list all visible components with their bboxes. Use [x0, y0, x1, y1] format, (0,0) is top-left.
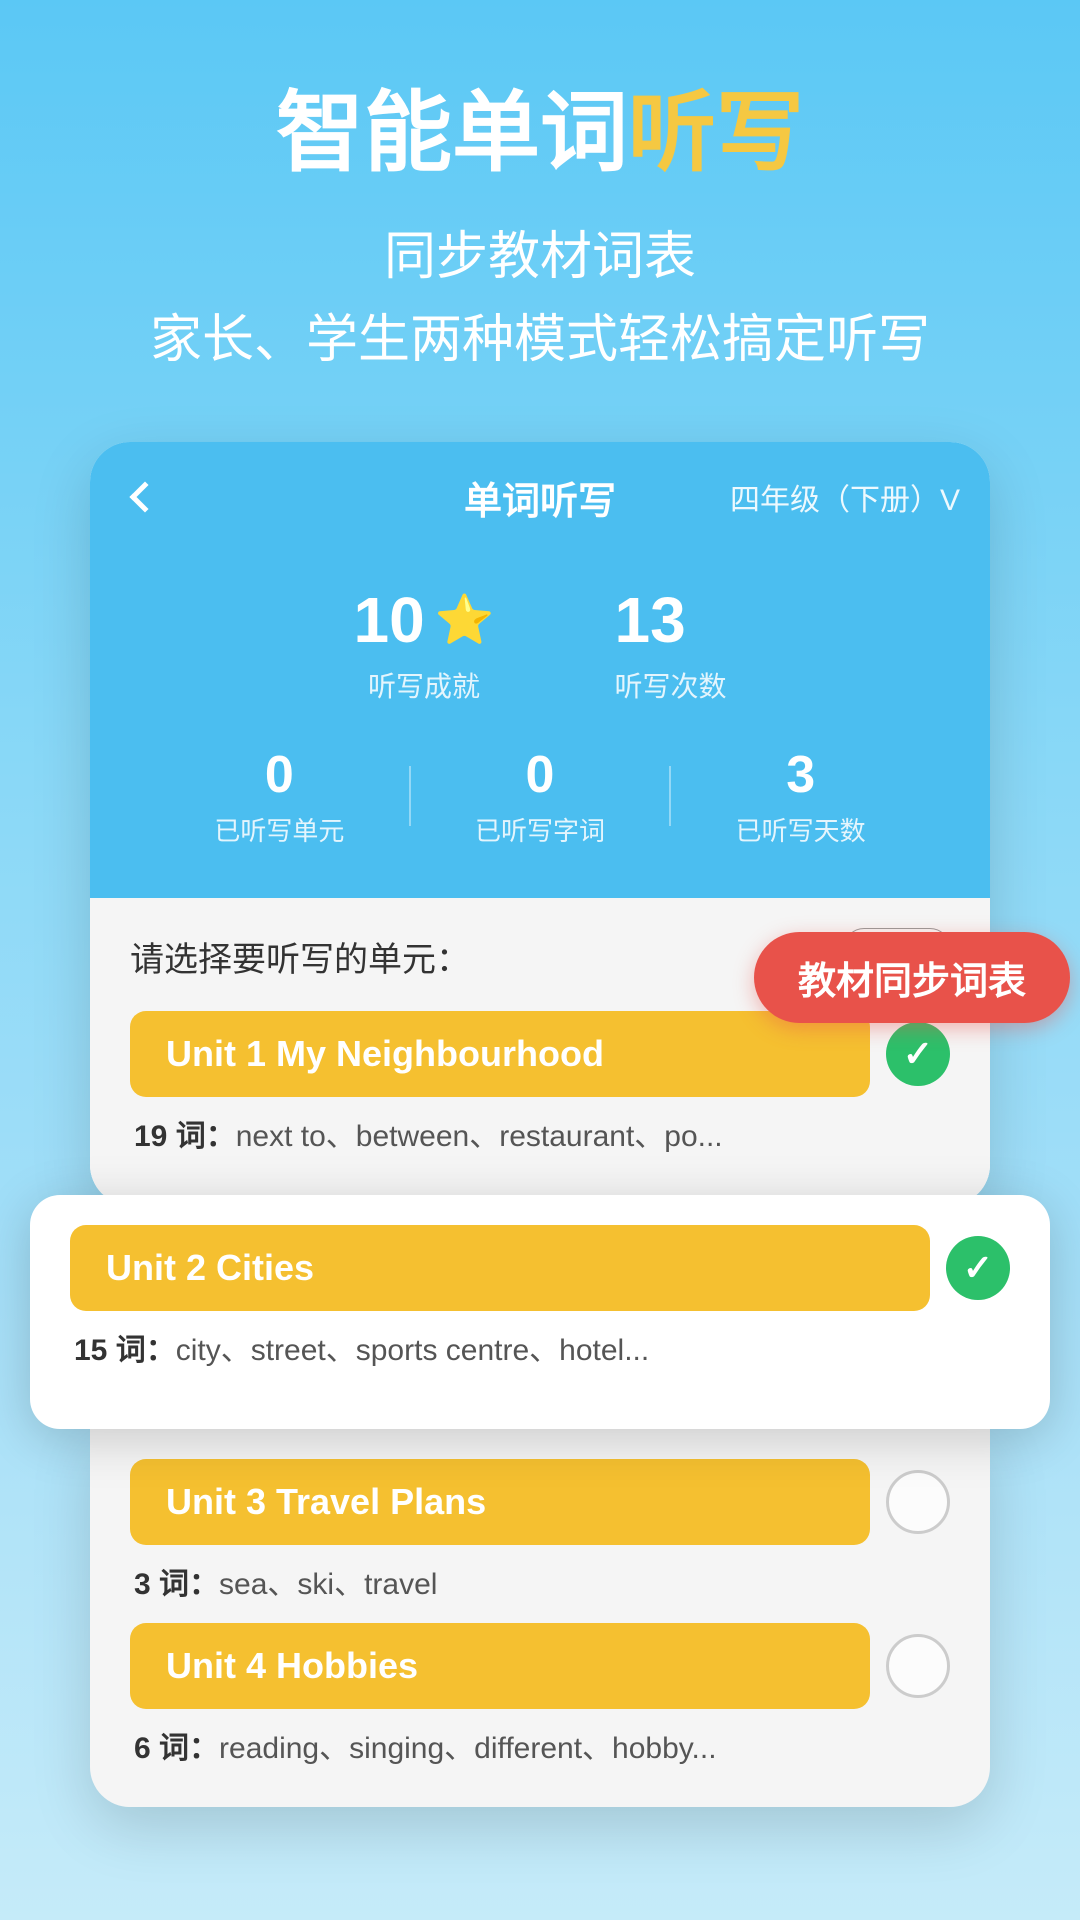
checkmark-icon-2: ✓: [963, 1247, 993, 1289]
unit-4-check-empty[interactable]: [886, 1634, 950, 1698]
unit-4-name: Unit 4 Hobbies: [166, 1645, 418, 1686]
days-written-value: 3: [671, 745, 930, 805]
lower-units-area: Unit 3 Travel Plans 3 词：sea、ski、travel U…: [90, 1429, 990, 1807]
stats-section: 10 ⭐ 听写成就 13 听写次数 0 已听写单元 0 已听: [90, 553, 990, 898]
unit-1-words: 19 词：next to、between、restaurant、po...: [130, 1111, 950, 1155]
title-main: 智能单词: [276, 83, 628, 182]
checkmark-icon: ✓: [903, 1033, 933, 1075]
achievement-stat: 10 ⭐ 听写成就: [354, 583, 495, 705]
achievement-value: 10 ⭐: [354, 583, 495, 657]
subtitle-line1: 同步教材词表: [60, 216, 1020, 299]
unit-1-name-row: Unit 1 My Neighbourhood ✓: [130, 1011, 950, 1097]
floating-card-unit2: Unit 2 Cities ✓ 15 词：city、street、sports …: [30, 1195, 1050, 1429]
unit-2-name-row: Unit 2 Cities ✓: [70, 1225, 1010, 1311]
words-written-label: 已听写字词: [411, 811, 670, 848]
unit-2-check[interactable]: ✓: [946, 1236, 1010, 1300]
unit-4-name-row: Unit 4 Hobbies: [130, 1623, 950, 1709]
count-label: 听写次数: [614, 665, 726, 705]
stats-sub: 0 已听写单元 0 已听写字词 3 已听写天数: [150, 745, 930, 848]
words-written-value: 0: [411, 745, 670, 805]
unit-1-check[interactable]: ✓: [886, 1022, 950, 1086]
header-title: 智能单词听写: [60, 80, 1020, 186]
unit-3-check-empty[interactable]: [886, 1470, 950, 1534]
units-written-stat: 0 已听写单元: [150, 745, 409, 848]
days-written-label: 已听写天数: [671, 811, 930, 848]
phone-card: 单词听写 四年级（下册）V 10 ⭐ 听写成就 13 听写次数: [90, 442, 990, 1205]
header-subtitle: 同步教材词表 家长、学生两种模式轻松搞定听写: [60, 216, 1020, 382]
phone-topbar: 单词听写 四年级（下册）V: [90, 442, 990, 553]
unit-1-name: Unit 1 My Neighbourhood: [166, 1033, 604, 1074]
title-highlight: 听写: [628, 83, 804, 182]
unit-4-button[interactable]: Unit 4 Hobbies: [130, 1623, 870, 1709]
unit-select-label: 请选择要听写的单元：: [130, 932, 470, 981]
topbar-title: 单词听写: [464, 470, 616, 525]
unit-3-words: 3 词：sea、ski、travel: [130, 1559, 950, 1603]
days-written-stat: 3 已听写天数: [671, 745, 930, 848]
tooltip-badge: 教材同步词表: [754, 932, 1070, 1023]
words-written-stat: 0 已听写字词: [411, 745, 670, 848]
back-chevron-icon: [129, 482, 160, 513]
unit-3-name-row: Unit 3 Travel Plans: [130, 1459, 950, 1545]
stats-main: 10 ⭐ 听写成就 13 听写次数: [150, 583, 930, 705]
unit-3-button[interactable]: Unit 3 Travel Plans: [130, 1459, 870, 1545]
unit-3-name: Unit 3 Travel Plans: [166, 1481, 486, 1522]
topbar-grade: 四年级（下册）V: [730, 475, 960, 519]
unit-2-button[interactable]: Unit 2 Cities: [70, 1225, 930, 1311]
achievement-label: 听写成就: [354, 665, 495, 705]
unit-item-3: Unit 3 Travel Plans 3 词：sea、ski、travel: [130, 1459, 950, 1603]
header: 智能单词听写 同步教材词表 家长、学生两种模式轻松搞定听写: [0, 0, 1080, 442]
unit-item-4: Unit 4 Hobbies 6 词：reading、singing、diffe…: [130, 1623, 950, 1767]
phone-wrapper: 教材同步词表 单词听写 四年级（下册）V 10 ⭐ 听写成就: [30, 442, 1050, 1807]
count-stat: 13 听写次数: [614, 583, 726, 705]
units-written-label: 已听写单元: [150, 811, 409, 848]
unit-2-name: Unit 2 Cities: [106, 1247, 314, 1288]
phone-card-lower: Unit 3 Travel Plans 3 词：sea、ski、travel U…: [90, 1429, 990, 1807]
back-button[interactable]: [120, 472, 170, 522]
unit-item-2: Unit 2 Cities ✓ 15 词：city、street、sports …: [70, 1225, 1010, 1369]
units-written-value: 0: [150, 745, 409, 805]
unit-item-1: Unit 1 My Neighbourhood ✓ 19 词：next to、b…: [130, 1011, 950, 1155]
count-value: 13: [614, 583, 726, 657]
star-icon: ⭐: [435, 591, 495, 648]
unit-1-button[interactable]: Unit 1 My Neighbourhood: [130, 1011, 870, 1097]
unit-2-words: 15 词：city、street、sports centre、hotel...: [70, 1325, 1010, 1369]
unit-4-words: 6 词：reading、singing、different、hobby...: [130, 1723, 950, 1767]
subtitle-line2: 家长、学生两种模式轻松搞定听写: [60, 299, 1020, 382]
